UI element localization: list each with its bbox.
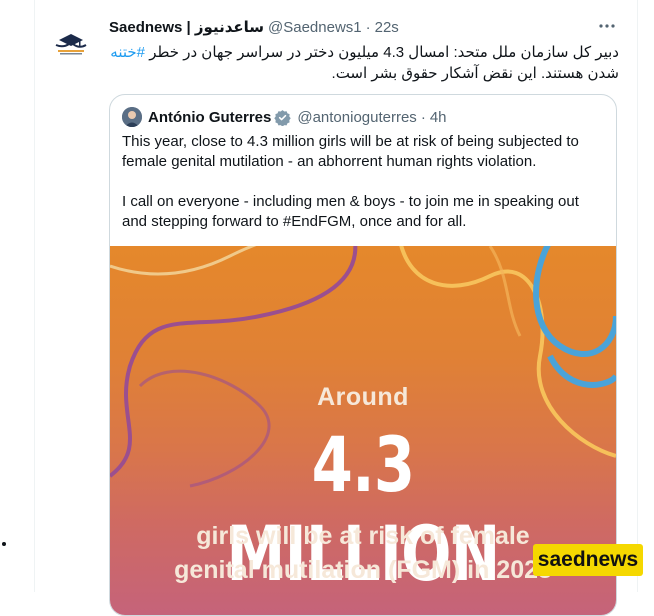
tweet-header: Saednews | ساعدنیوز @Saednews1 · 22s xyxy=(109,16,399,38)
tweet-text: دبیر کل سازمان ملل متحد: امسال 4.3 میلیو… xyxy=(109,42,619,84)
more-icon[interactable] xyxy=(595,16,619,40)
tweet-text-part1: دبیر کل سازمان ملل متحد: امسال 4.3 میلیو… xyxy=(149,44,619,61)
tweet-text-part2: شدن هستند. این نقض آشکار حقوق بشر است. xyxy=(331,65,619,82)
separator: · xyxy=(365,18,371,36)
display-name[interactable]: Saednews | ساعدنیوز xyxy=(109,18,264,36)
quote-display-name[interactable]: António Guterres xyxy=(148,109,271,126)
quote-header: António Guterres @antonioguterres · 4h xyxy=(122,107,447,127)
saednews-watermark: saednews xyxy=(533,544,643,576)
timeline-border xyxy=(637,0,638,592)
hashtag-link[interactable]: #ختنه xyxy=(110,44,145,61)
quote-paragraph: I call on everyone - including men & boy… xyxy=(122,193,579,230)
separator: · xyxy=(420,108,426,126)
quote-handle[interactable]: @antonioguterres xyxy=(297,109,416,126)
avatar[interactable] xyxy=(49,20,93,64)
saednews-logo-icon xyxy=(49,20,93,64)
quote-timestamp[interactable]: 4h xyxy=(430,109,447,126)
quote-paragraph: This year, close to 4.3 million girls wi… xyxy=(122,133,579,170)
more-dot xyxy=(2,542,6,546)
timestamp[interactable]: 22s xyxy=(375,19,399,36)
quoted-tweet[interactable]: António Guterres @antonioguterres · 4h T… xyxy=(109,94,617,616)
tweet[interactable]: Saednews | ساعدنیوز @Saednews1 · 22s دبی… xyxy=(35,0,637,616)
quote-text: This year, close to 4.3 million girls wi… xyxy=(122,132,607,232)
quote-avatar[interactable] xyxy=(122,107,142,127)
user-handle[interactable]: @Saednews1 xyxy=(268,19,362,36)
verified-badge-icon xyxy=(274,109,292,126)
left-rail xyxy=(0,0,34,592)
media-line-around: Around xyxy=(317,383,409,411)
